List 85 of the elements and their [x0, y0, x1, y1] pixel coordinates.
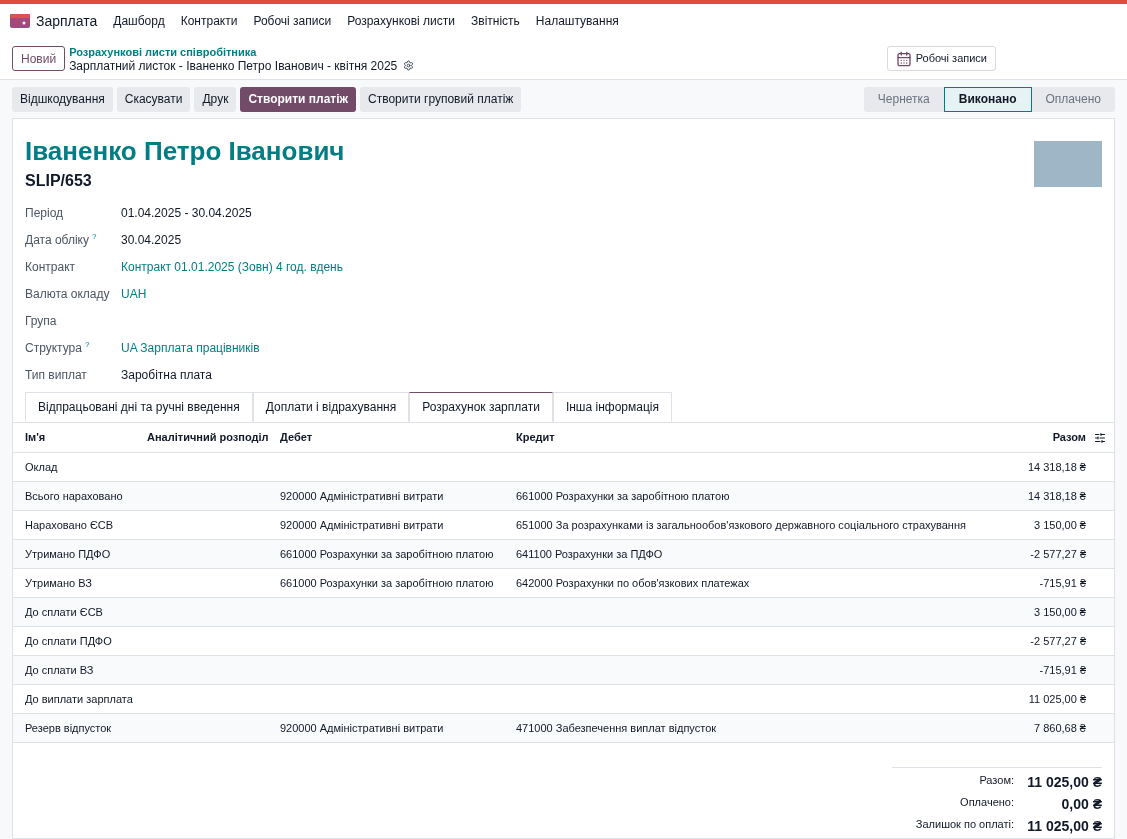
field-label: Дата обліку — [25, 231, 89, 249]
table-cell-text: Всього нараховано — [24, 488, 124, 504]
total-label: Залишок по оплаті: — [915, 817, 1015, 832]
table-cell-text: До виплати зарплата — [24, 691, 134, 707]
menu-item[interactable]: Розрахункові листи — [347, 12, 455, 30]
column-header[interactable]: Кредит — [516, 429, 1016, 446]
total-label: Разом: — [979, 773, 1015, 788]
table-cell-text: 14 318,18 ₴ — [1026, 459, 1086, 475]
field-label: Валюта окладу — [25, 285, 110, 303]
table-cell-text: 661000 Розрахунки за заробітною платою — [280, 575, 495, 591]
table-cell-text: 920000 Адміністративні витрати — [280, 720, 445, 736]
stage-step[interactable]: Виконано — [943, 86, 1032, 112]
table-cell-text: Оклад — [24, 459, 59, 475]
new-button[interactable]: Новий — [12, 46, 66, 71]
table-cell-text: 3 150,00 ₴ — [1033, 517, 1086, 533]
table-cell-text: 920000 Адміністративні витрати — [280, 488, 445, 504]
field-link[interactable]: Контракт 01.01.2025 (Зовн) 4 год. вдень — [121, 257, 343, 276]
menu-item[interactable]: Налаштування — [535, 12, 619, 30]
table-cell-text: -715,91 ₴ — [1038, 662, 1086, 678]
table-cell-text: Утримано ПДФО — [24, 546, 112, 562]
menu-item[interactable]: Звітність — [471, 12, 520, 30]
table-cell-text: 651000 За розрахунками із загальнообов'язкового державного соціального страхування — [516, 517, 967, 533]
table-cell-text: -2 577,27 ₴ — [1029, 546, 1086, 562]
help-mark[interactable]: ? — [84, 338, 90, 351]
tab[interactable]: Розрахунок зарплати — [409, 392, 553, 422]
table-cell-text: 642000 Розрахунки по обов'язкових платежах — [516, 575, 751, 591]
column-header[interactable]: Ім'я — [13, 429, 147, 446]
field-value: 30.04.2025 — [121, 231, 182, 249]
stage-step[interactable]: Чернетка — [863, 86, 944, 112]
field-value: 01.04.2025 - 30.04.2025 — [121, 204, 252, 222]
table-cell-text: 661000 Розрахунки за заробітною платою — [280, 546, 495, 562]
tab[interactable]: Інша інформація — [552, 392, 672, 422]
column-settings-icon[interactable] — [1094, 431, 1106, 444]
table-cell-text: Утримано ВЗ — [24, 575, 93, 591]
breadcrumb-link[interactable]: Розрахункові листи співробітника — [69, 44, 415, 59]
total-label: Оплачено: — [960, 795, 1015, 810]
action-button[interactable]: Створити платіж — [240, 86, 357, 112]
menu-item[interactable]: Робочі записи — [253, 12, 332, 30]
total-value: 11 025,00 ₴ — [1026, 773, 1102, 792]
table-cell-text: 641100 Розрахунки за ПДФО — [516, 546, 664, 562]
table-cell-text: -715,91 ₴ — [1038, 575, 1086, 591]
settings-icon[interactable] — [403, 60, 415, 71]
app-name[interactable]: Зарплата — [36, 10, 98, 32]
table-cell-text: 7 860,68 ₴ — [1033, 720, 1086, 736]
column-header[interactable]: Разом — [1016, 429, 1086, 446]
table-cell-text: До сплати ПДФО — [24, 633, 113, 649]
help-mark[interactable]: ? — [91, 230, 97, 243]
table-cell-text: 3 150,00 ₴ — [1033, 604, 1086, 620]
table-cell-text: 14 318,18 ₴ — [1026, 488, 1086, 504]
field-value: Заробітна плата — [121, 366, 212, 384]
total-value: 11 025,00 ₴ — [1026, 817, 1102, 836]
field-link[interactable]: UAH — [121, 284, 147, 303]
menu-item[interactable]: Контракти — [180, 12, 238, 30]
column-header[interactable]: Аналітичний розподіл — [147, 429, 280, 446]
wallet-icon — [10, 14, 30, 28]
action-button[interactable]: Відшкодування — [12, 86, 113, 112]
action-button[interactable]: Скасувати — [116, 86, 191, 112]
tab[interactable]: Відпрацьовані дні та ручні введення — [25, 392, 253, 422]
stage-step[interactable]: Оплачено — [1031, 86, 1115, 112]
table-cell-text: Резерв відпусток — [24, 720, 113, 736]
action-button[interactable]: Друк — [194, 86, 237, 112]
field-label: Тип виплат — [25, 366, 87, 384]
table-cell-text: 471000 Забезпечення виплат відпусток — [516, 720, 718, 736]
employee-name: Іваненко Петро Іванович — [25, 135, 346, 167]
table-cell-text: До сплати ЄСВ — [24, 604, 104, 620]
table-cell-text: 11 025,00 ₴ — [1027, 691, 1086, 707]
menu-item[interactable]: Дашборд — [113, 12, 165, 30]
column-header[interactable]: Дебет — [280, 429, 516, 446]
table-cell-text: Нараховано ЄСВ — [24, 517, 115, 533]
field-label: Контракт — [25, 258, 75, 276]
smart-button[interactable]: Робочі записи — [886, 46, 996, 71]
action-button[interactable]: Створити груповий платіж — [360, 86, 522, 112]
slip-reference: SLIP/653 — [25, 171, 93, 191]
record-title: Зарплатний листок - Іваненко Петро Іванович - квітня 2025 — [69, 58, 398, 73]
total-value: 0,00 ₴ — [1060, 795, 1102, 814]
field-label: Період — [25, 204, 64, 222]
photo-placeholder — [1034, 141, 1102, 187]
table-cell-text: -2 577,27 ₴ — [1029, 633, 1086, 649]
field-label: Група — [25, 312, 57, 330]
table-cell-text: 920000 Адміністративні витрати — [280, 517, 445, 533]
field-link[interactable]: UA Зарплата працівників — [121, 338, 260, 357]
table-cell-text: 661000 Розрахунки за заробітною платою — [516, 488, 731, 504]
field-label: Структура — [25, 339, 82, 357]
table-cell-text: До сплати ВЗ — [24, 662, 95, 678]
calendar-icon — [895, 50, 912, 67]
